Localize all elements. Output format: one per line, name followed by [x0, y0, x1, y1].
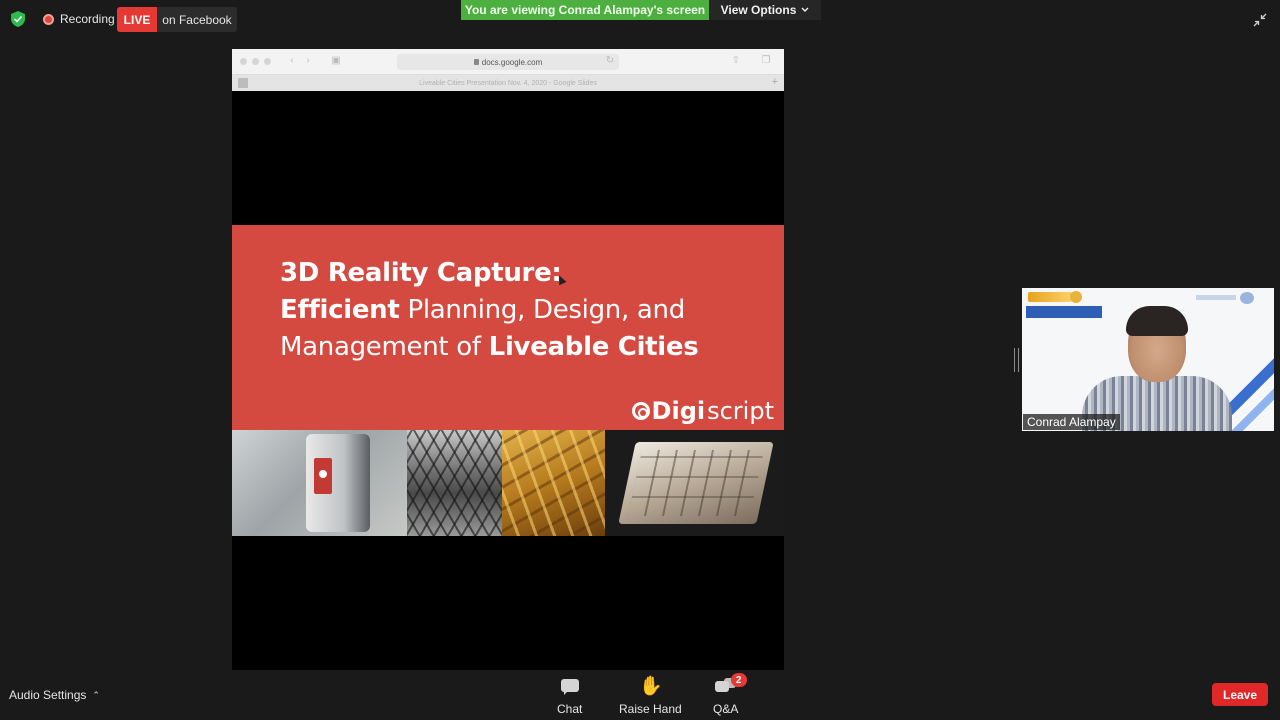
raise-hand-label: Raise Hand: [619, 702, 682, 716]
view-options-button[interactable]: View Options: [709, 0, 821, 20]
forward-icon: ›: [306, 55, 310, 66]
close-dot-icon: [240, 58, 247, 65]
qa-icon: 2: [714, 673, 747, 698]
share-icon: ⇧: [731, 55, 741, 66]
slide-line-1: 3D Reality Capture:: [280, 258, 562, 288]
chat-label: Chat: [557, 702, 583, 716]
zoom-dot-icon: [264, 58, 271, 65]
bridge-photo: [407, 430, 502, 536]
slide-line-2-rest: Planning, Design, and: [399, 295, 685, 325]
address-url: docs.google.com: [481, 57, 543, 67]
event-banner: [1026, 306, 1102, 318]
leave-button[interactable]: Leave: [1212, 683, 1268, 706]
slide-title-panel: 3D Reality Capture: Efficient Planning, …: [232, 225, 784, 430]
tab-title: Liveable Cities Presentation Nov. 4, 202…: [419, 79, 597, 87]
top-bar: Recording LIVE on Facebook You are viewi…: [0, 0, 1280, 40]
qa-count-badge: 2: [730, 673, 747, 687]
audio-settings-label: Audio Settings: [9, 688, 87, 702]
exit-fullscreen-icon[interactable]: [1252, 12, 1268, 28]
shield-icon[interactable]: [11, 11, 25, 27]
qa-button[interactable]: 2 Q&A: [713, 673, 747, 716]
hand-icon: ✋: [639, 676, 664, 697]
recording-label: Recording: [60, 12, 115, 26]
laser-scanner-device: [306, 434, 370, 532]
participant-video[interactable]: Conrad Alampay: [1022, 288, 1274, 431]
lock-icon: [473, 59, 479, 65]
event-logo: [1028, 292, 1072, 302]
seal-logo: [1070, 291, 1082, 303]
sponsor-logo: [1196, 295, 1236, 300]
window-controls: [240, 58, 271, 65]
live-target[interactable]: on Facebook: [157, 7, 237, 32]
slide-line-3-bold: Liveable Cities: [488, 332, 699, 362]
address-bar: docs.google.com: [397, 54, 619, 70]
logo-text-bold: Digi: [651, 397, 706, 425]
digiscript-logo-icon: [631, 402, 650, 420]
digiscript-logo: Digi script: [631, 397, 774, 425]
slide-line-3-rest: Management of: [280, 332, 489, 362]
participant-hair: [1126, 306, 1188, 336]
view-options-label: View Options: [720, 3, 797, 17]
participant-name: Conrad Alampay: [1023, 414, 1120, 430]
viewing-screen-banner: You are viewing Conrad Alampay's screen: [461, 0, 709, 20]
sidebar-icon: ▣: [331, 55, 341, 66]
dollhouse-model-photo: [605, 430, 784, 536]
recording-dot-icon: [43, 13, 54, 25]
browser-tab-bar: Liveable Cities Presentation Nov. 4, 202…: [232, 75, 784, 91]
recording-indicator[interactable]: Recording: [43, 12, 115, 26]
zoom-webinar-window: Recording LIVE on Facebook You are viewi…: [0, 0, 1280, 720]
qa-label: Q&A: [713, 702, 739, 716]
steel-structure-photo: [502, 430, 605, 536]
live-badge[interactable]: LIVE: [117, 7, 157, 32]
minimize-dot-icon: [252, 58, 259, 65]
shared-screen[interactable]: ‹ › ▣ docs.google.com ↻ ⇧ ❐ Liveable Cit…: [232, 49, 784, 670]
slide-photo-strip: [232, 430, 784, 536]
sponsor-seal-logo: [1240, 292, 1254, 304]
new-tab-icon: +: [771, 76, 778, 88]
back-icon: ‹: [290, 55, 294, 66]
slide-title: 3D Reality Capture: Efficient Planning, …: [280, 255, 699, 366]
video-resize-handle[interactable]: [1014, 348, 1019, 372]
raise-hand-button[interactable]: ✋ Raise Hand: [619, 676, 682, 716]
chat-icon: [559, 676, 581, 698]
reload-icon: ↻: [605, 55, 615, 66]
tabs-icon: ❐: [761, 55, 771, 66]
chat-button[interactable]: Chat: [557, 676, 582, 716]
chevron-up-icon: ⌃: [92, 689, 100, 700]
chevron-down-icon: [801, 7, 809, 12]
slides-favicon-icon: [238, 78, 248, 88]
laser-scanner-photo: [232, 430, 407, 536]
slide-line-2-bold: Efficient: [280, 295, 400, 325]
browser-toolbar: ‹ › ▣ docs.google.com ↻ ⇧ ❐: [232, 49, 784, 75]
audio-settings-button[interactable]: Audio Settings ⌃: [9, 688, 100, 702]
logo-text-light: script: [707, 397, 774, 425]
